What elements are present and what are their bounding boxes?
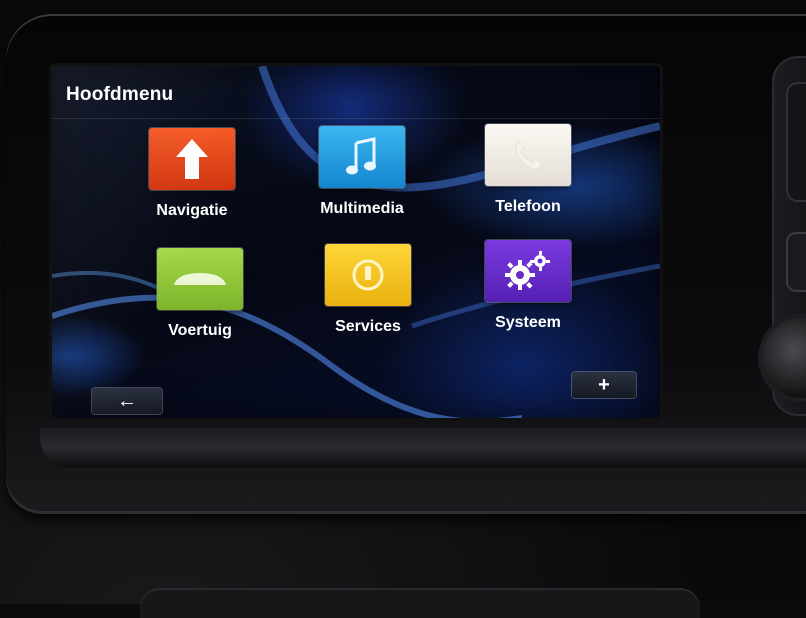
music-note-icon [346, 137, 376, 175]
menu-item-label: Services [335, 318, 401, 335]
menu-item-label: Navigatie [156, 202, 228, 219]
menu-item-label: Systeem [495, 314, 561, 331]
menu-item-label: Multimedia [320, 200, 404, 217]
side-button-top[interactable] [786, 82, 806, 202]
services-tile [325, 244, 411, 306]
menu-item-systeem[interactable]: Systeem [468, 240, 588, 332]
infotainment-screen: Hoofdmenu Navigatie Multimedia Telefoon … [52, 66, 660, 418]
navigation-tile [149, 128, 235, 190]
navigation-arrow-icon [176, 139, 208, 179]
menu-item-label: Telefoon [495, 198, 561, 215]
menu-item-services[interactable]: Services [308, 244, 428, 336]
back-arrow-icon: ← [117, 389, 137, 412]
screen-header: Hoofdmenu [52, 66, 660, 119]
menu-item-voertuig[interactable]: Voertuig [140, 248, 260, 340]
vehicle-tile [157, 248, 243, 310]
menu-item-multimedia[interactable]: Multimedia [302, 126, 422, 218]
services-icon [352, 259, 384, 291]
bottom-vent [140, 588, 700, 618]
page-title: Hoofdmenu [66, 84, 174, 105]
more-button[interactable]: + [572, 372, 636, 398]
bezel-lip [40, 428, 806, 468]
plus-icon: + [598, 373, 610, 396]
menu-item-telefoon[interactable]: Telefoon [468, 124, 588, 216]
system-tile [485, 240, 571, 302]
back-button[interactable]: ← [92, 388, 162, 414]
gears-icon [505, 251, 550, 290]
menu-item-label: Voertuig [168, 322, 232, 339]
multimedia-tile [319, 126, 405, 188]
side-button-home[interactable] [786, 232, 806, 292]
vehicle-icon [174, 273, 226, 285]
phone-tile [485, 124, 571, 186]
menu-item-navigatie[interactable]: Navigatie [132, 128, 252, 220]
phone-icon [515, 140, 543, 170]
